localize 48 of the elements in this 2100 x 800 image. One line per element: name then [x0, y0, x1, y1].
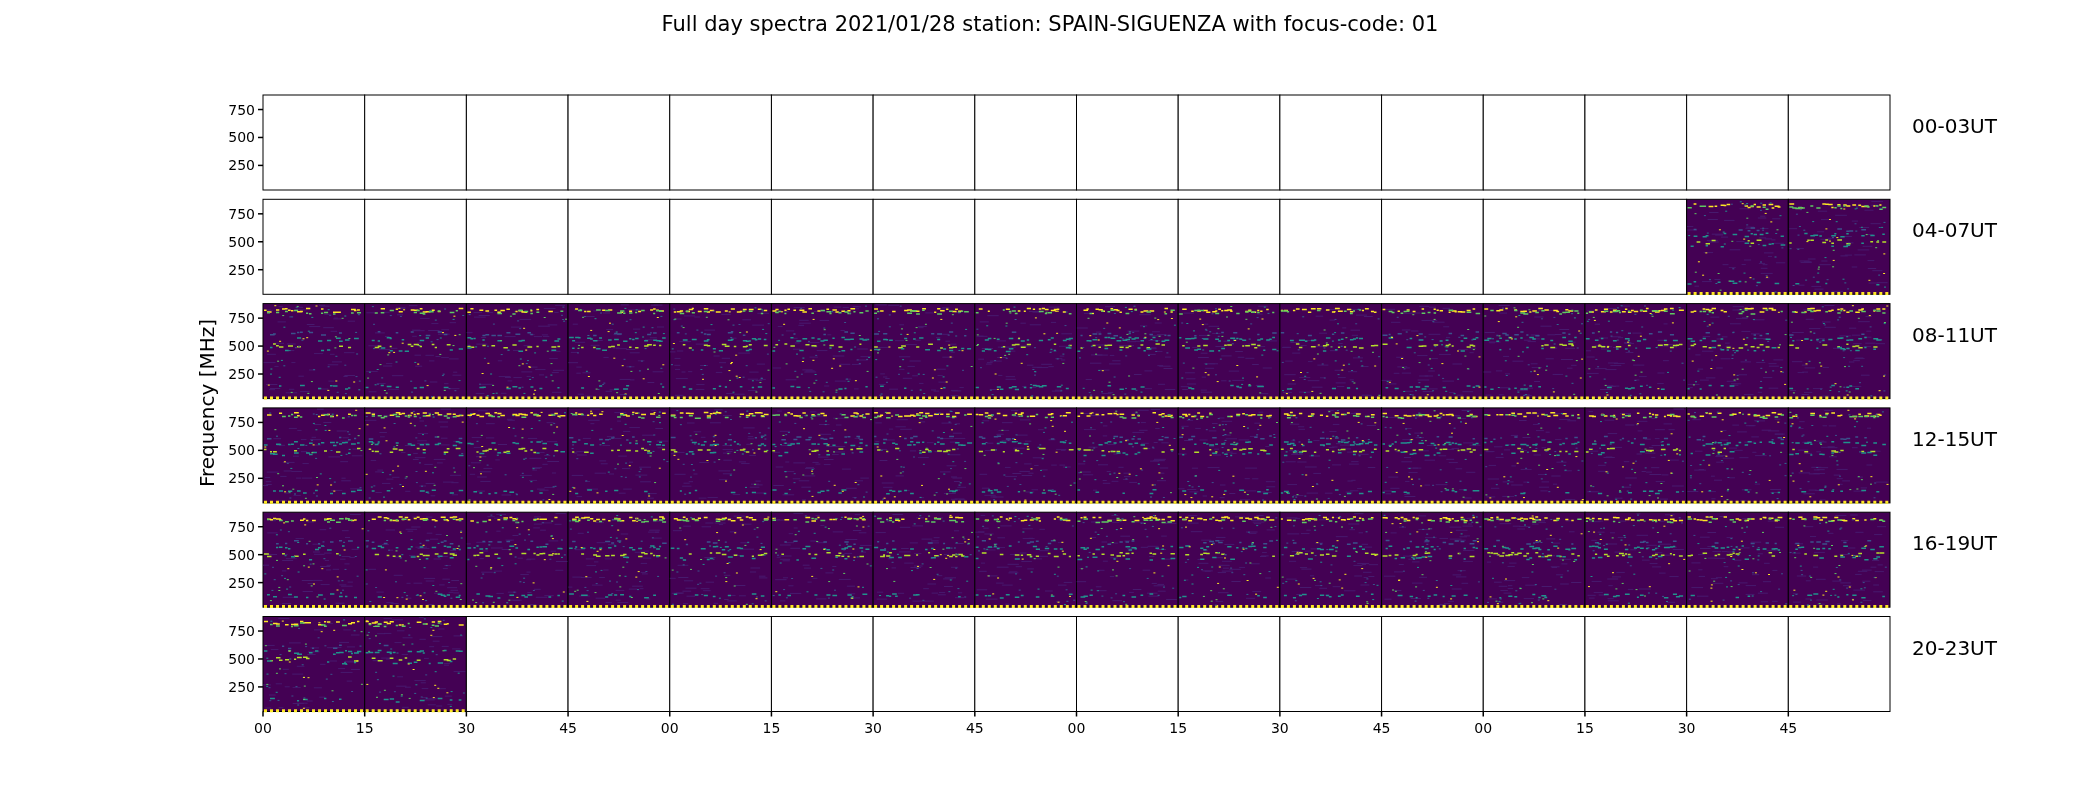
row-label: 20-23UT: [1912, 635, 1997, 660]
axis-ticks: [257, 630, 264, 688]
tick-label: 750: [228, 623, 255, 640]
tick-label: 45: [1779, 719, 1798, 736]
tick-label: 750: [228, 310, 255, 327]
row-label: 12-15UT: [1912, 426, 1997, 451]
tick-label: 250: [228, 678, 255, 695]
tick-label: 750: [228, 205, 255, 222]
tick-label: 500: [228, 338, 255, 355]
tick-label: 250: [228, 157, 255, 174]
axis-ticks: [257, 526, 264, 584]
tick-label: 00: [1474, 719, 1493, 736]
tick-label: 750: [228, 518, 255, 535]
axis-ticks: [257, 317, 264, 375]
tick-label: 15: [355, 719, 374, 736]
tick-label: 30: [1677, 719, 1696, 736]
row-label: 04-07UT: [1912, 218, 1997, 243]
row-label: 00-03UT: [1912, 114, 1997, 138]
tick-label: 45: [1372, 719, 1391, 736]
tick-label: 500: [228, 233, 255, 250]
row-label: 16-19UT: [1912, 531, 1997, 556]
tick-label: 30: [1270, 719, 1289, 736]
tick-label: 250: [228, 366, 255, 382]
tick-label: 750: [228, 414, 255, 431]
tick-label: 00: [1067, 719, 1086, 736]
y-axis-label: Frequency [MHz]: [195, 318, 219, 488]
axis-ticks: [257, 421, 264, 480]
tick-label: 250: [228, 261, 255, 278]
tick-label: 750: [228, 101, 255, 118]
tick-label: 15: [1169, 719, 1188, 736]
axis-ticks: [257, 108, 264, 167]
tick-label: 45: [965, 719, 984, 736]
tick-label: 500: [228, 129, 255, 146]
tick-label: 250: [228, 574, 255, 591]
tick-label: 15: [762, 719, 781, 736]
tick-label: 250: [228, 470, 255, 487]
tick-label: 500: [228, 442, 255, 459]
tick-label: 30: [457, 719, 476, 736]
tick-label: 30: [864, 719, 883, 736]
tick-label: 500: [228, 650, 255, 667]
tick-label: 500: [228, 546, 255, 563]
tick-label: 15: [1576, 719, 1594, 736]
chart-title: Full day spectra 2021/01/28 station: SPAIN-SIGUENZA with focus-code: 01: [661, 12, 1439, 36]
axis-ticks: [257, 213, 264, 271]
tick-label: 00: [660, 719, 679, 736]
row-label: 08-11UT: [1912, 322, 1997, 347]
tick-label: 45: [559, 719, 577, 736]
tick-label: 00: [254, 719, 272, 736]
